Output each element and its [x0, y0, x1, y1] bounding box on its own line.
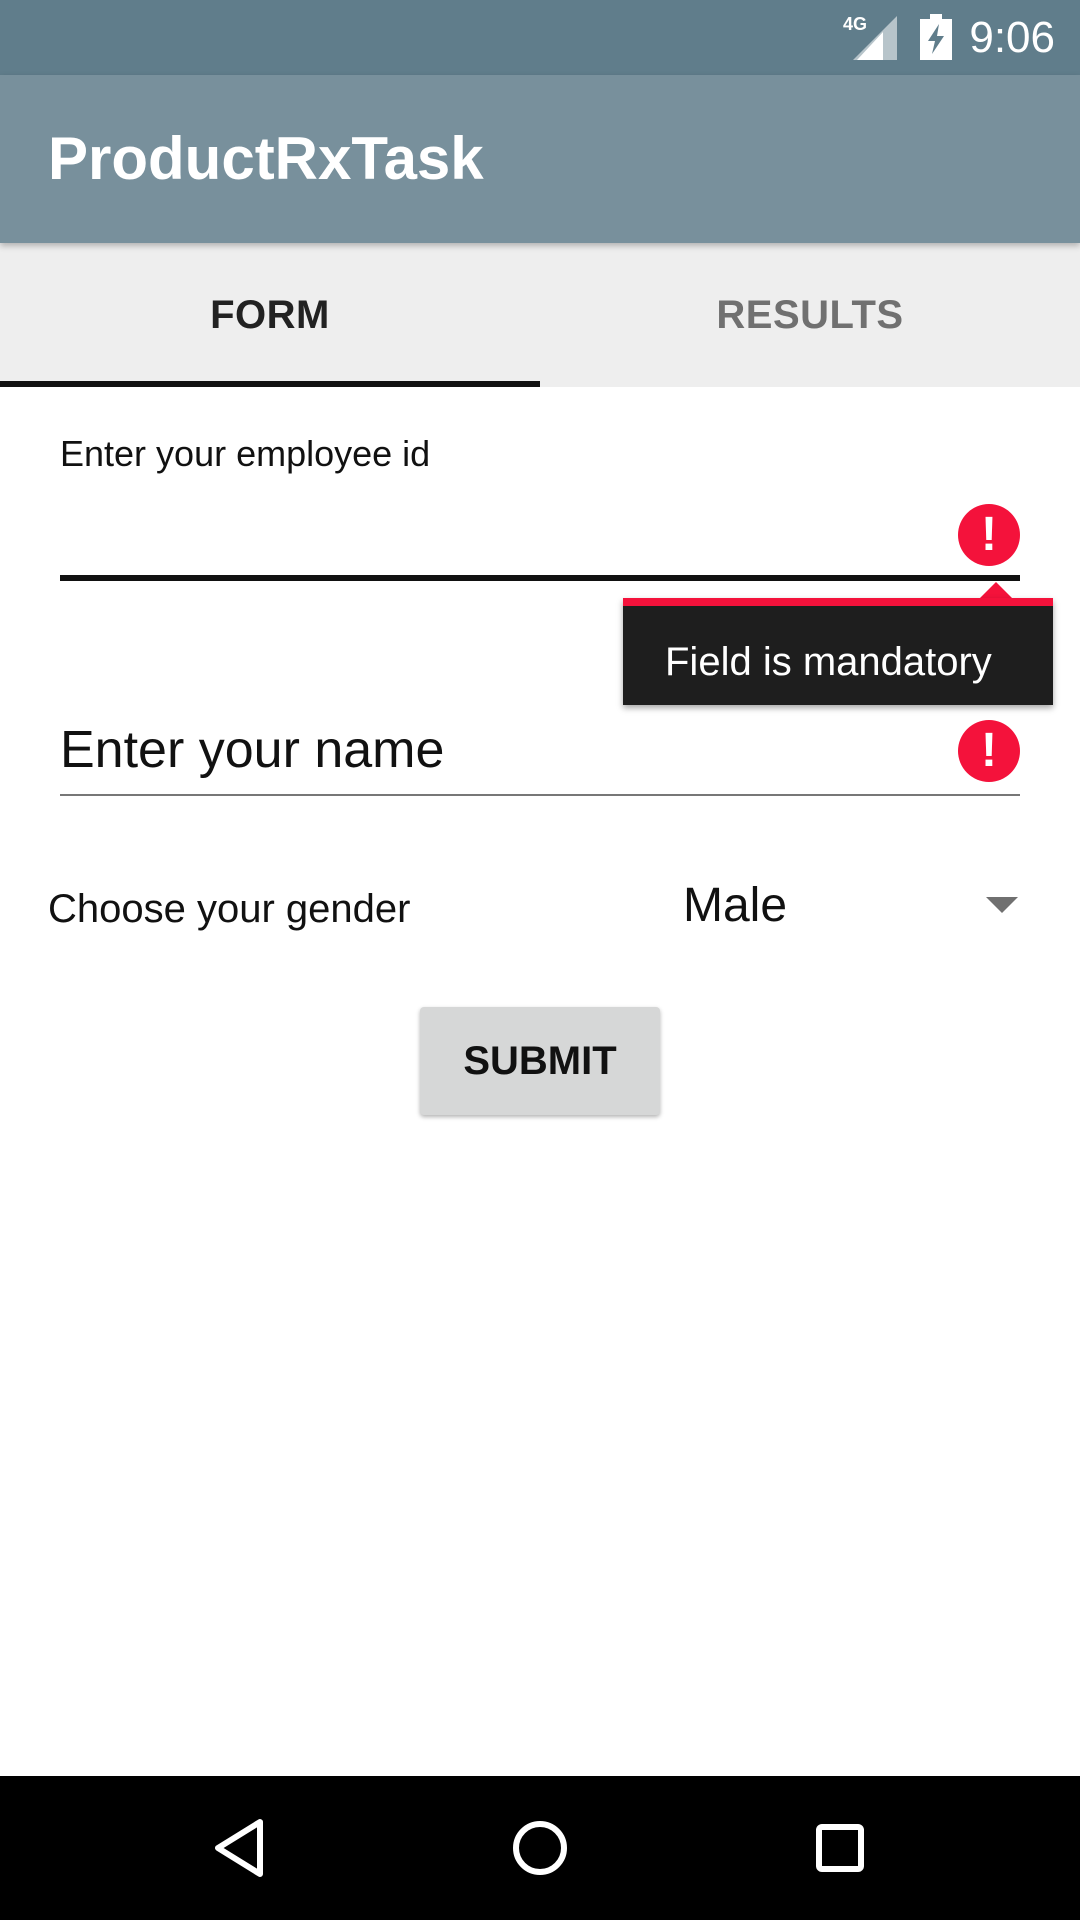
tab-indicator: [0, 381, 540, 387]
home-icon[interactable]: [504, 1812, 576, 1884]
error-icon[interactable]: !: [958, 504, 1020, 566]
battery-charging-icon: [920, 14, 952, 60]
recents-icon[interactable]: [804, 1812, 876, 1884]
navigation-bar: [0, 1776, 1080, 1920]
tab-bar: FORM RESULTS: [0, 243, 1080, 387]
app-title: ProductRxTask: [48, 125, 484, 192]
gender-spinner[interactable]: Male: [683, 878, 787, 934]
screen: 4G 9:06 ProductRxTask FORM RESULTS Enter…: [0, 0, 1080, 1920]
clock: 9:06: [969, 13, 1055, 62]
status-bar: 4G 9:06: [0, 0, 1080, 75]
error-icon[interactable]: !: [958, 720, 1020, 782]
error-message: Field is mandatory: [665, 640, 992, 684]
gender-label: Choose your gender: [48, 887, 411, 931]
tab-form[interactable]: FORM: [0, 243, 540, 387]
app-bar: ProductRxTask: [0, 75, 1080, 243]
tab-results[interactable]: RESULTS: [540, 243, 1080, 387]
tooltip-arrow: [980, 582, 1012, 598]
error-tooltip: Field is mandatory: [623, 598, 1053, 705]
employee-id-field[interactable]: [60, 575, 1020, 581]
signal-icon: 4G: [843, 14, 899, 60]
dropdown-arrow-icon[interactable]: [986, 897, 1018, 913]
name-underline: [60, 794, 1020, 796]
employee-id-label: Enter your employee id: [60, 433, 431, 474]
back-icon[interactable]: [204, 1812, 276, 1884]
name-field[interactable]: Enter your name: [60, 720, 444, 780]
submit-button[interactable]: SUBMIT: [420, 1007, 660, 1115]
